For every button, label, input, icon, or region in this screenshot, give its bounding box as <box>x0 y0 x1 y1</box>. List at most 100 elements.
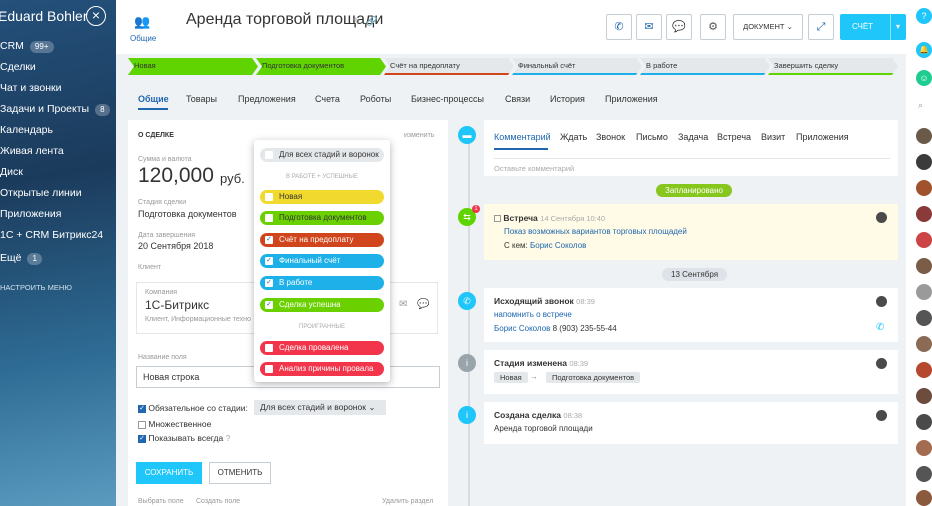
edit-section-link[interactable]: изменить <box>404 132 434 139</box>
checkbox[interactable] <box>265 193 273 201</box>
chevron-down-icon[interactable]: ▾ <box>889 14 900 40</box>
avatar[interactable] <box>876 410 887 421</box>
sidebar-item-crm[interactable]: CRM 99+ <box>0 40 54 53</box>
cancel-button[interactable]: ОТМЕНИТЬ <box>209 462 271 484</box>
tab-robots[interactable]: Роботы <box>360 94 391 104</box>
checkbox-checked[interactable]: ✓ <box>265 301 273 309</box>
avatar[interactable] <box>876 358 887 369</box>
invoice-button[interactable]: СЧЁТ ▾ <box>840 14 906 40</box>
save-button[interactable]: СОХРАНИТЬ <box>136 462 202 484</box>
call-back-icon[interactable]: ✆ <box>876 322 884 333</box>
tab-invoices[interactable]: Счета <box>315 94 340 104</box>
company-name[interactable]: 1С-Битрикс <box>145 298 209 312</box>
breadcrumb[interactable]: Общие <box>130 34 156 43</box>
stage-new[interactable]: Новая <box>128 58 258 75</box>
avatar[interactable] <box>876 296 887 307</box>
option-docs[interactable]: Подготовка документов <box>260 211 384 225</box>
help-icon[interactable]: ? <box>916 8 932 24</box>
search-icon[interactable]: ⌕ <box>918 100 923 111</box>
stage-prepay[interactable]: Счёт на предоплату <box>384 58 514 75</box>
call-person[interactable]: Борис Соколов <box>494 324 550 333</box>
checkbox-checked[interactable]: ✓ <box>265 257 273 265</box>
sidebar-item-apps[interactable]: Приложения <box>0 208 61 220</box>
tab-apps[interactable]: Приложения <box>796 132 849 142</box>
sidebar-item-disk[interactable]: Диск <box>0 166 23 178</box>
bell-icon[interactable]: 🔔 <box>916 42 932 58</box>
sidebar-item-deals[interactable]: Сделки <box>0 61 36 73</box>
select-field-link[interactable]: Выбрать поле <box>138 498 184 505</box>
user-name[interactable]: Eduard Bohler <box>0 8 88 24</box>
comment-input[interactable]: Оставьте комментарий <box>494 158 890 173</box>
tab-general[interactable]: Общие <box>138 94 169 104</box>
meeting-checkbox[interactable] <box>494 215 501 223</box>
show-always-checkbox[interactable]: ✓ <box>138 434 146 443</box>
option-failed[interactable]: Сделка провалена <box>260 341 384 355</box>
expand-button[interactable]: ⤢ <box>808 14 834 40</box>
tab-task[interactable]: Задача <box>678 132 708 142</box>
avatar[interactable] <box>916 232 932 248</box>
avatar[interactable] <box>876 212 887 223</box>
chat-icon[interactable]: 💬 <box>417 299 429 310</box>
mail-button[interactable]: ✉ <box>636 14 662 40</box>
configure-menu-link[interactable]: НАСТРОИТЬ МЕНЮ <box>0 283 72 292</box>
avatar[interactable] <box>916 258 932 274</box>
option-all-stages[interactable]: Для всех стадий и воронок <box>260 148 384 162</box>
avatar[interactable] <box>916 362 932 378</box>
meeting-participant[interactable]: Борис Соколов <box>530 241 586 250</box>
edit-title-icon[interactable]: ✎ <box>353 16 361 27</box>
checkbox-checked[interactable]: ✓ <box>265 236 273 244</box>
sidebar-item-1c[interactable]: 1С + CRM Битрикс24 <box>0 229 103 241</box>
option-success[interactable]: ✓ Сделка успешна <box>260 298 384 312</box>
required-stage-select[interactable]: Для всех стадий и воронок ⌄ <box>254 400 386 415</box>
checkbox[interactable] <box>265 214 273 222</box>
sidebar-item-calendar[interactable]: Календарь <box>0 124 53 136</box>
sidebar-item-tasks[interactable]: Задачи и Проекты 8 <box>0 103 110 116</box>
sidebar-item-openlines[interactable]: Открытые линии <box>0 187 82 199</box>
option-inwork[interactable]: ✓ В работе <box>260 276 384 290</box>
tab-call[interactable]: Звонок <box>596 132 625 142</box>
meeting-link[interactable]: Показ возможных вариантов торговых площа… <box>504 227 687 236</box>
stage-docs[interactable]: Подготовка документов <box>256 58 386 75</box>
avatar[interactable] <box>916 180 932 196</box>
checkbox[interactable] <box>265 151 273 159</box>
tab-products[interactable]: Товары <box>186 94 217 104</box>
tab-relations[interactable]: Связи <box>505 94 530 104</box>
avatar[interactable] <box>916 310 932 326</box>
chat-button[interactable]: 💬 <box>666 14 692 40</box>
show-always-row[interactable]: ✓ Показывать всегда ? <box>138 433 230 443</box>
required-stage-row[interactable]: ✓ Обязательное со стадии: <box>138 403 248 413</box>
checkbox[interactable] <box>265 365 273 373</box>
multiple-row[interactable]: Множественное <box>138 419 211 429</box>
option-prepay[interactable]: ✓ Счёт на предоплату <box>260 233 384 247</box>
tab-meeting[interactable]: Встреча <box>717 132 751 142</box>
avatar[interactable] <box>916 490 932 506</box>
stage-close[interactable]: Завершить сделку <box>768 58 898 75</box>
avatar[interactable] <box>916 466 932 482</box>
tab-wait[interactable]: Ждать <box>560 132 587 142</box>
tab-quotes[interactable]: Предложения <box>238 94 296 104</box>
avatar[interactable] <box>916 284 932 300</box>
mail-icon[interactable]: ✉ <box>399 299 407 310</box>
checkbox[interactable] <box>265 344 273 352</box>
openlines-icon[interactable]: ☺ <box>916 70 932 86</box>
tab-bizproc[interactable]: Бизнес-процессы <box>411 94 484 104</box>
tab-email[interactable]: Письмо <box>636 132 668 142</box>
help-icon[interactable]: ? <box>226 433 231 443</box>
avatar[interactable] <box>916 206 932 222</box>
required-checkbox[interactable]: ✓ <box>138 404 146 413</box>
avatar[interactable] <box>916 414 932 430</box>
call-link[interactable]: напомнить о встрече <box>494 310 572 319</box>
tab-history[interactable]: История <box>550 94 585 104</box>
sidebar-item-chat[interactable]: Чат и звонки <box>0 82 62 94</box>
avatar[interactable] <box>916 128 932 144</box>
tab-visit[interactable]: Визит <box>761 132 785 142</box>
sidebar-item-more[interactable]: Ещё 1 <box>0 252 42 265</box>
close-icon[interactable]: × <box>86 6 106 26</box>
avatar[interactable] <box>916 154 932 170</box>
document-button[interactable]: ДОКУМЕНТ ⌄ <box>733 14 803 40</box>
call-card[interactable]: Исходящий звонок 08:39 напомнить о встре… <box>484 288 898 342</box>
stage-final[interactable]: Финальный счёт <box>512 58 642 75</box>
option-new[interactable]: Новая <box>260 190 384 204</box>
checkbox-checked[interactable]: ✓ <box>265 279 273 287</box>
avatar[interactable] <box>916 388 932 404</box>
